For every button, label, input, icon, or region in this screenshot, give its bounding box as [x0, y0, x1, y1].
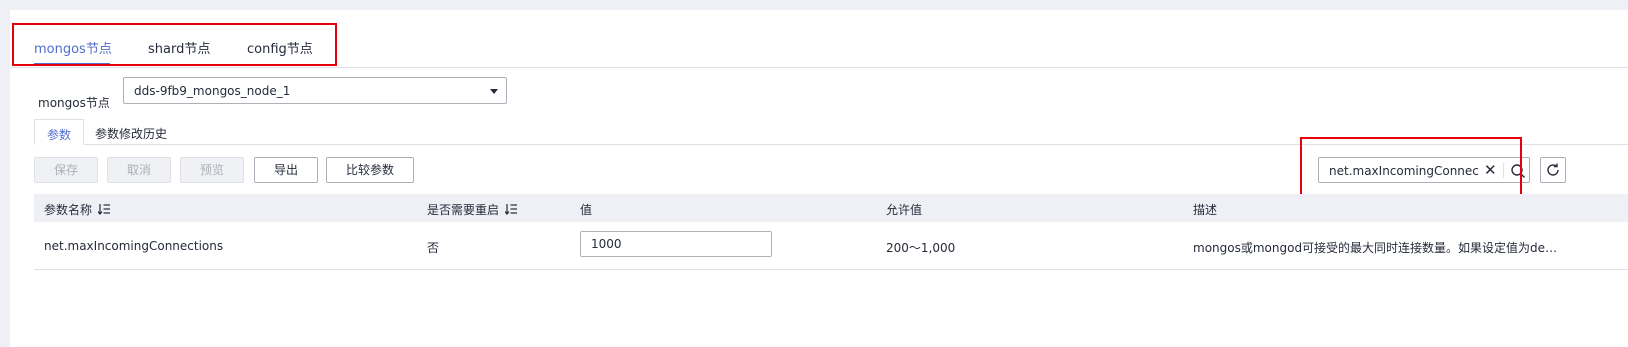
table-row: net.maxIncomingConnections 否 1000 200～1,… [34, 222, 1628, 270]
refresh-button[interactable] [1540, 157, 1566, 183]
tab-config[interactable]: config节点 [247, 38, 313, 57]
node-type-tabs: mongos节点 shard节点 config节点 [10, 10, 1628, 68]
param-value-input[interactable]: 1000 [580, 231, 772, 257]
export-button[interactable]: 导出 [254, 157, 318, 183]
column-header-name[interactable]: 参数名称 [44, 201, 111, 218]
subtab-history[interactable]: 参数修改历史 [83, 119, 179, 145]
param-subtabs: 参数 参数修改历史 [34, 119, 1628, 145]
sort-icon[interactable] [504, 203, 518, 218]
close-icon[interactable]: ✕ [1484, 161, 1497, 179]
search-input-value: net.maxIncomingConnections [1329, 164, 1479, 178]
subtab-params[interactable]: 参数 [34, 119, 85, 145]
save-button[interactable]: 保存 [34, 157, 98, 183]
main-panel: mongos节点 shard节点 config节点 mongos节点 dds-9… [10, 10, 1628, 347]
search-divider [1503, 163, 1504, 178]
column-header-description: 描述 [1193, 203, 1218, 217]
search-icon[interactable] [1510, 163, 1526, 182]
param-description: mongos或mongod可接受的最大同时连接数量。如果设定值为default.… [1193, 241, 1561, 255]
active-tab-indicator [34, 63, 110, 65]
node-selector-label: mongos节点 [38, 96, 110, 110]
param-name: net.maxIncomingConnections [44, 239, 224, 253]
column-header-restart[interactable]: 是否需要重启 [427, 201, 518, 218]
chevron-down-icon [490, 89, 498, 94]
preview-button[interactable]: 预览 [180, 157, 244, 183]
allowed-values: 200～1,000 [886, 241, 956, 255]
node-select-value: dds-9fb9_mongos_node_1 [134, 84, 291, 98]
table-header: 参数名称 是否需要重启 值 允许值 描述 [34, 194, 1628, 222]
refresh-icon [1547, 163, 1559, 176]
node-select[interactable]: dds-9fb9_mongos_node_1 [123, 77, 507, 104]
column-header-allowed: 允许值 [886, 203, 923, 217]
sort-icon[interactable] [97, 203, 111, 218]
param-value: 1000 [591, 237, 622, 251]
tab-mongos[interactable]: mongos节点 [34, 38, 112, 57]
restart-required: 否 [427, 241, 440, 255]
compare-params-button[interactable]: 比较参数 [326, 157, 414, 183]
search-input[interactable]: net.maxIncomingConnections ✕ [1318, 157, 1530, 183]
cancel-button[interactable]: 取消 [107, 157, 171, 183]
tab-shard[interactable]: shard节点 [148, 38, 210, 57]
column-header-value: 值 [580, 203, 593, 217]
